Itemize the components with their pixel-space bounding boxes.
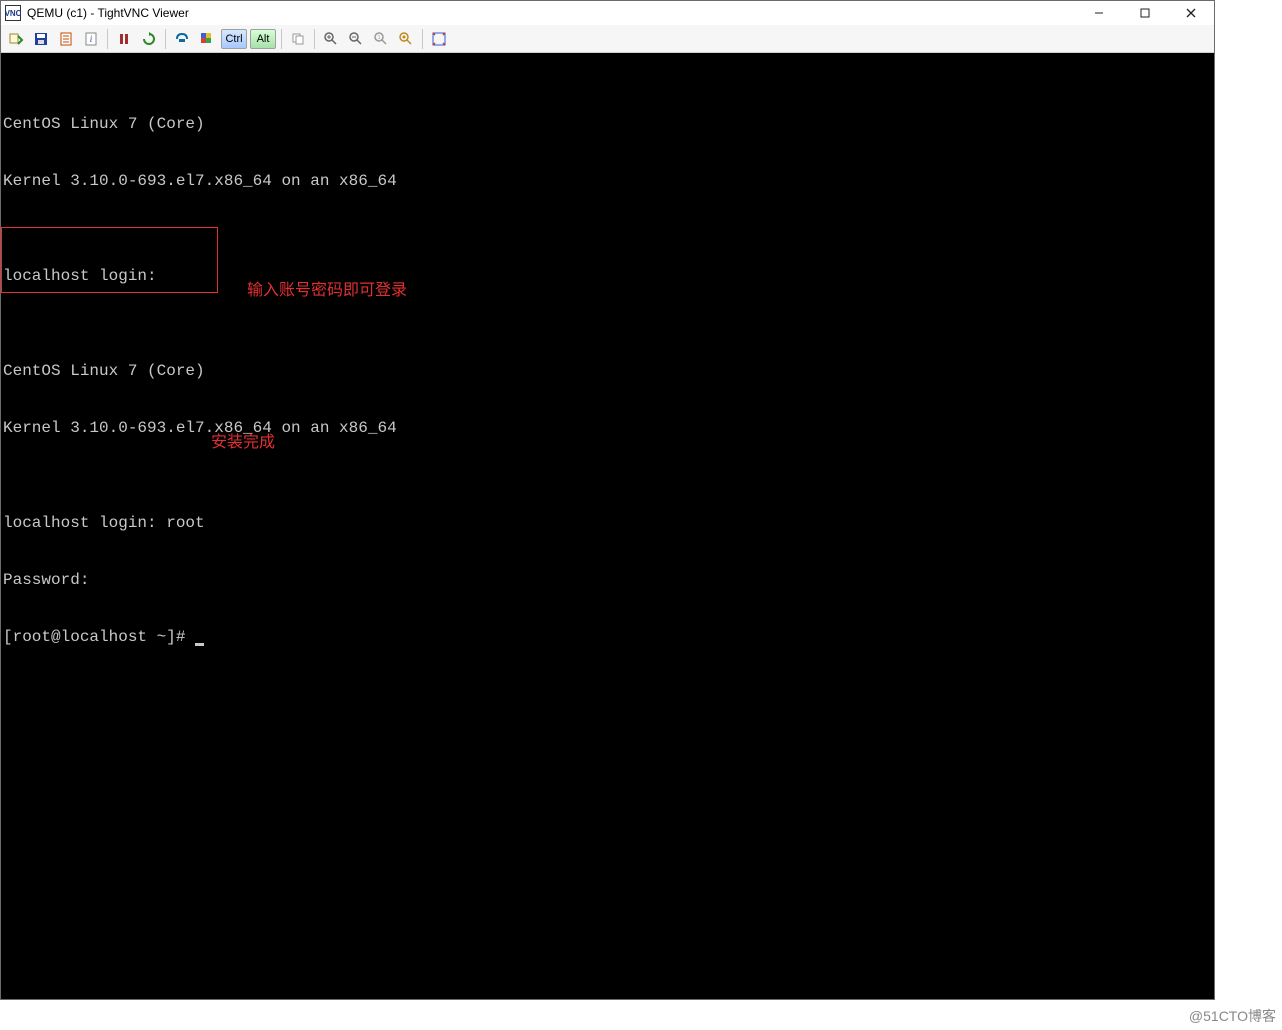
save-icon[interactable] xyxy=(30,28,52,50)
fullscreen-icon[interactable] xyxy=(428,28,450,50)
toolbar-separator xyxy=(107,29,108,49)
alt-key-toggle[interactable]: Alt xyxy=(250,29,276,49)
options-icon[interactable] xyxy=(55,28,77,50)
pause-icon[interactable] xyxy=(113,28,135,50)
zoom-100-icon[interactable]: 1 xyxy=(370,28,392,50)
vnc-viewer-window: VNC QEMU (c1) - TightVNC Viewer i xyxy=(0,0,1215,1000)
refresh-icon[interactable] xyxy=(138,28,160,50)
terminal-line: Password: xyxy=(1,571,1214,590)
minimize-button[interactable] xyxy=(1076,1,1122,25)
info-icon[interactable]: i xyxy=(80,28,102,50)
terminal-line: Kernel 3.10.0-693.el7.x86_64 on an x86_6… xyxy=(1,172,1214,191)
window-controls xyxy=(1076,1,1214,25)
toolbar: i Ctrl Alt 1 xyxy=(1,25,1214,53)
ctrl-alt-del-icon[interactable] xyxy=(171,28,193,50)
annotation-install-complete: 安装完成 xyxy=(211,433,275,452)
zoom-fit-icon[interactable] xyxy=(395,28,417,50)
app-icon: VNC xyxy=(5,5,21,21)
copy-icon[interactable] xyxy=(287,28,309,50)
terminal-line: CentOS Linux 7 (Core) xyxy=(1,115,1214,134)
svg-text:1: 1 xyxy=(378,35,381,41)
annotation-login-hint: 输入账号密码即可登录 xyxy=(247,281,407,300)
toolbar-separator xyxy=(422,29,423,49)
maximize-button[interactable] xyxy=(1122,1,1168,25)
cursor-icon xyxy=(195,643,204,646)
terminal-viewport[interactable]: CentOS Linux 7 (Core) Kernel 3.10.0-693.… xyxy=(1,53,1214,999)
toolbar-separator xyxy=(165,29,166,49)
terminal-line: localhost login: xyxy=(1,267,1214,286)
window-title: QEMU (c1) - TightVNC Viewer xyxy=(27,6,189,20)
zoom-out-icon[interactable] xyxy=(345,28,367,50)
close-button[interactable] xyxy=(1168,1,1214,25)
terminal-line: CentOS Linux 7 (Core) xyxy=(1,362,1214,381)
toolbar-separator xyxy=(281,29,282,49)
ctrl-key-toggle[interactable]: Ctrl xyxy=(221,29,247,49)
toolbar-separator xyxy=(314,29,315,49)
watermark: @51CTO博客 xyxy=(1189,1006,1276,1026)
ctrl-esc-icon[interactable] xyxy=(196,28,218,50)
zoom-in-icon[interactable] xyxy=(320,28,342,50)
terminal-line: Kernel 3.10.0-693.el7.x86_64 on an x86_6… xyxy=(1,419,1214,438)
terminal-prompt-line: [root@localhost ~]# xyxy=(1,628,1214,647)
terminal-line: localhost login: root xyxy=(1,514,1214,533)
new-connection-icon[interactable] xyxy=(5,28,27,50)
titlebar[interactable]: VNC QEMU (c1) - TightVNC Viewer xyxy=(1,1,1214,25)
